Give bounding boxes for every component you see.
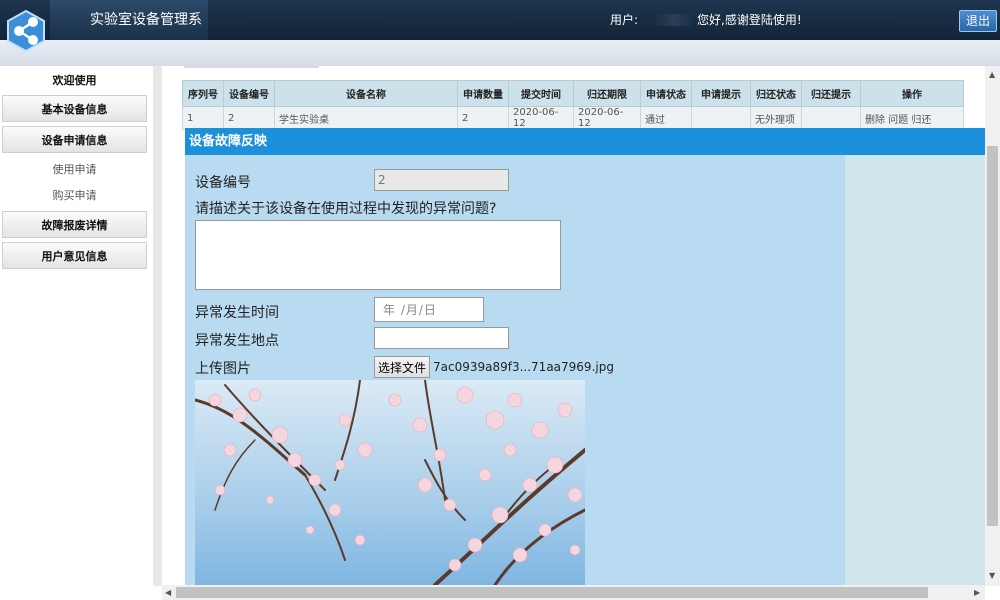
upload-label: 上传图片 [195, 361, 251, 377]
scroll-down-icon[interactable]: ▼ [989, 571, 995, 580]
device-no-label: 设备编号 [195, 175, 251, 191]
table-cell [801, 106, 861, 130]
place-label: 异常发生地点 [195, 333, 279, 349]
date-placeholder: 年 /月/日 [383, 303, 437, 317]
table-cell: 2020-06-12 [508, 106, 574, 130]
modal-side-panel [845, 155, 987, 585]
table-cell: 2020-06-12 [573, 106, 641, 130]
sidebar-item-fault-scrap[interactable]: 故障报废详情 [2, 211, 147, 238]
sidebar-subitem-purchase-application[interactable]: 购买申请 [2, 184, 147, 208]
table-cell: 无外理项 [750, 106, 802, 130]
sidebar-splitter[interactable] [153, 66, 162, 586]
sidebar: 欢迎使用 基本设备信息 设备申请信息 使用申请 购买申请 故障报废详情 用户意见… [0, 66, 150, 600]
file-name: 7ac0939a89f3...71aa7969.jpg [433, 360, 614, 374]
col-header: 提交时间 [508, 80, 574, 107]
col-header: 申请数量 [457, 80, 509, 107]
col-header: 归还状态 [750, 80, 802, 107]
col-header: 归还提示 [801, 80, 861, 107]
table-cell: 2 [223, 106, 275, 130]
choose-file-button[interactable]: 选择文件 [374, 356, 430, 378]
col-header: 归还期限 [573, 80, 641, 107]
col-header: 设备编号 [223, 80, 275, 107]
scroll-right-icon[interactable]: ▶ [974, 588, 980, 597]
user-name-redacted [656, 14, 692, 26]
horizontal-scroll-thumb[interactable] [176, 587, 928, 598]
sidebar-item-equipment-application[interactable]: 设备申请信息 [2, 126, 147, 153]
table-cell: 1 [182, 106, 224, 130]
table-cell: 学生实验桌 [274, 106, 458, 130]
col-header: 申请状态 [640, 80, 692, 107]
fault-report-form: 设备编号 2 请描述关于该设备在使用过程中发现的异常问题? 异常发生时间 年 /… [185, 155, 845, 585]
sub-header-bar [0, 40, 1000, 66]
sidebar-subitem-use-application[interactable]: 使用申请 [2, 158, 147, 182]
user-label: 用户: [610, 13, 639, 27]
uploaded-image-preview [195, 380, 585, 585]
col-header: 序列号 [182, 80, 224, 107]
table-cell [691, 106, 751, 130]
scroll-left-icon[interactable]: ◀ [165, 588, 171, 597]
problem-description-textarea[interactable] [195, 220, 561, 290]
divider [184, 66, 319, 68]
application-table: 序列号 设备编号 设备名称 申请数量 提交时间 归还期限 申请状态 申请提示 归… [182, 80, 964, 130]
sidebar-item-basic-equipment[interactable]: 基本设备信息 [2, 95, 147, 122]
table-header-row: 序列号 设备编号 设备名称 申请数量 提交时间 归还期限 申请状态 申请提示 归… [182, 80, 964, 107]
scroll-up-icon[interactable]: ▲ [989, 70, 995, 79]
modal-title: 设备故障反映 [185, 128, 987, 155]
col-header: 设备名称 [274, 80, 458, 107]
greeting-text: 您好,感谢登陆使用! [697, 13, 802, 27]
table-cell: 通过 [640, 106, 692, 130]
table-cell: 2 [457, 106, 509, 130]
col-header: 申请提示 [691, 80, 751, 107]
vertical-scroll-thumb[interactable] [987, 146, 998, 526]
share-logo-icon [7, 9, 45, 53]
logout-button[interactable]: 退出 [959, 10, 997, 32]
col-header: 操作 [860, 80, 964, 107]
question-label: 请描述关于该设备在使用过程中发现的异常问题? [195, 201, 497, 217]
sidebar-item-welcome[interactable]: 欢迎使用 [2, 67, 147, 94]
vertical-scrollbar[interactable]: ▲ ▼ [985, 66, 1000, 586]
app-title: 实验室设备管理系统 [50, 0, 208, 68]
sidebar-item-user-feedback[interactable]: 用户意见信息 [2, 242, 147, 269]
date-input[interactable]: 年 /月/日 [374, 297, 484, 322]
table-cell-actions[interactable]: 删除 问题 归还 [860, 106, 964, 130]
table-row: 1 2 学生实验桌 2 2020-06-12 2020-06-12 通过 无外理… [182, 106, 964, 130]
horizontal-scrollbar[interactable]: ◀ ▶ [162, 585, 985, 600]
device-no-field: 2 [374, 169, 509, 191]
place-input[interactable] [374, 327, 509, 349]
time-label: 异常发生时间 [195, 305, 279, 321]
top-bar: 实验室设备管理系统 用户: 您好,感谢登陆使用! 退出 [0, 0, 1000, 68]
